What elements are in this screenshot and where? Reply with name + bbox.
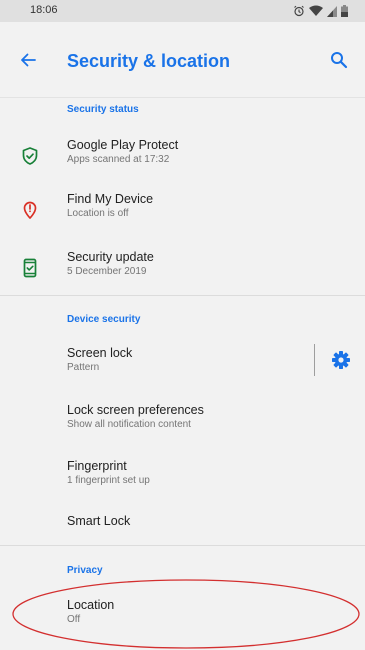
section-header-device-security: Device security	[67, 314, 141, 325]
item-title: Find My Device	[67, 192, 154, 206]
location-alert-icon	[23, 201, 37, 219]
list-item-lock-screen-preferences[interactable]: Lock screen preferences Show all notific…	[0, 403, 365, 447]
item-title: Screen lock	[67, 346, 133, 360]
item-title: Lock screen preferences	[67, 403, 204, 417]
status-time: 18:06	[30, 4, 58, 16]
item-subtitle: Apps scanned at 17:32	[67, 154, 170, 165]
item-title: Security update	[67, 250, 154, 264]
list-item-find-my-device[interactable]: Find My Device Location is off	[0, 192, 365, 236]
list-item-security-update[interactable]: Security update 5 December 2019	[0, 250, 365, 294]
item-subtitle: Location is off	[67, 208, 129, 219]
phone-check-icon	[23, 258, 37, 278]
back-button[interactable]	[14, 46, 42, 74]
search-button[interactable]	[325, 46, 353, 74]
vertical-divider	[314, 344, 315, 376]
signal-icon	[327, 5, 337, 17]
item-title: Location	[67, 598, 115, 612]
item-subtitle: Off	[67, 614, 81, 625]
item-title: Google Play Protect	[67, 138, 179, 152]
list-item-location[interactable]: Location Off	[0, 598, 365, 632]
arrow-back-icon	[21, 53, 36, 67]
section-header-privacy: Privacy	[67, 565, 103, 576]
list-item-screen-lock[interactable]: Screen lock Pattern	[0, 346, 305, 390]
list-item-fingerprint[interactable]: Fingerprint 1 fingerprint set up	[0, 459, 365, 503]
divider	[0, 295, 365, 296]
battery-icon	[341, 5, 348, 17]
alarm-icon	[294, 5, 304, 17]
page-title: Security & location	[67, 51, 231, 71]
item-subtitle: Pattern	[67, 362, 100, 373]
status-icons	[293, 3, 348, 19]
screen-lock-settings-button[interactable]	[330, 349, 352, 371]
gear-icon	[332, 351, 350, 369]
section-header-security-status: Security status	[67, 104, 139, 115]
item-title: Smart Lock	[67, 514, 131, 528]
app-bar: Security & location	[0, 22, 365, 98]
search-icon	[331, 52, 348, 69]
list-item-smart-lock[interactable]: Smart Lock	[0, 514, 365, 538]
divider	[0, 545, 365, 546]
item-title: Fingerprint	[67, 459, 127, 473]
list-item-google-play-protect[interactable]: Google Play Protect Apps scanned at 17:3…	[0, 138, 365, 182]
wifi-icon	[309, 5, 323, 16]
item-subtitle: 5 December 2019	[67, 266, 147, 277]
shield-check-icon	[22, 147, 38, 165]
item-subtitle: 1 fingerprint set up	[67, 475, 150, 486]
status-bar: 18:06	[0, 0, 365, 22]
item-subtitle: Show all notification content	[67, 419, 191, 430]
